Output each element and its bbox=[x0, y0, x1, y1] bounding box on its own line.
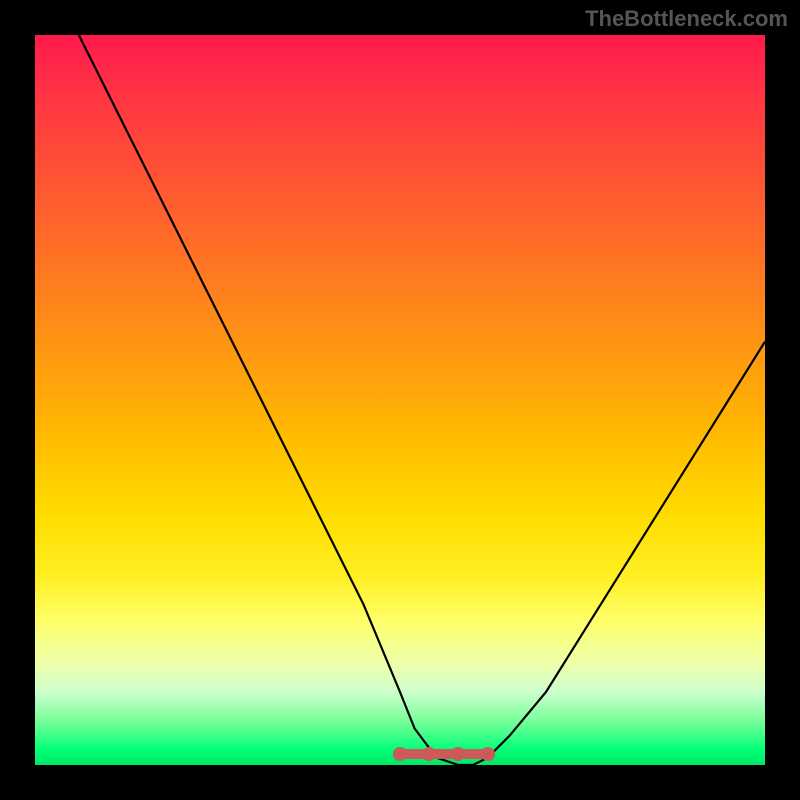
optimal-dot bbox=[481, 747, 495, 761]
watermark-text: TheBottleneck.com bbox=[585, 6, 788, 32]
chart-plot-area bbox=[35, 35, 765, 765]
curve-svg bbox=[35, 35, 765, 765]
optimal-dot bbox=[422, 747, 436, 761]
optimal-dot bbox=[393, 747, 407, 761]
bottleneck-curve bbox=[79, 35, 765, 765]
optimal-dot bbox=[451, 747, 465, 761]
optimal-band bbox=[400, 749, 488, 759]
